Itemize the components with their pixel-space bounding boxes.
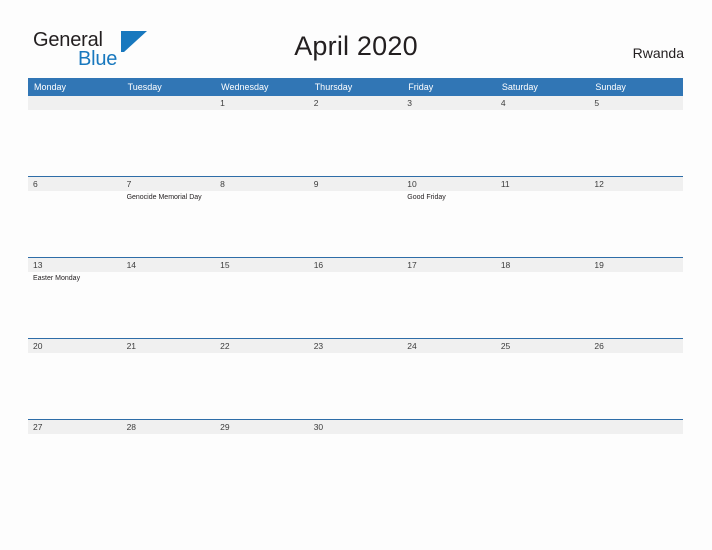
- day-cell[interactable]: 20: [28, 339, 122, 419]
- day-number: 28: [126, 422, 137, 432]
- day-number: [501, 420, 585, 434]
- day-number: 5: [594, 98, 600, 108]
- day-cell[interactable]: 3: [402, 96, 496, 176]
- day-cell[interactable]: 7 Genocide Memorial Day: [122, 177, 216, 257]
- day-number: [127, 96, 211, 110]
- day-number: 8: [220, 179, 225, 189]
- event-list: Easter Monday: [33, 274, 117, 284]
- day-cell[interactable]: 5: [589, 96, 683, 176]
- day-number: 20: [33, 341, 43, 351]
- day-cell[interactable]: 24: [402, 339, 496, 419]
- day-number: [594, 420, 678, 434]
- day-number: 17: [407, 260, 417, 270]
- day-cell[interactable]: 28: [122, 420, 216, 500]
- day-cell[interactable]: [28, 96, 122, 176]
- day-cell[interactable]: 8: [215, 177, 309, 257]
- calendar-page: General Blue April 2020 Rwanda Monday Tu…: [0, 0, 712, 550]
- region-label: Rwanda: [632, 45, 684, 61]
- weekday-header-thursday: Thursday: [314, 82, 353, 92]
- day-cell[interactable]: 10 Good Friday: [402, 177, 496, 257]
- day-cell[interactable]: 16: [309, 258, 403, 338]
- day-cell[interactable]: 30: [309, 420, 403, 500]
- day-cell[interactable]: [122, 96, 216, 176]
- day-number: 10: [407, 179, 417, 189]
- day-number: [33, 96, 117, 110]
- day-number: 13: [33, 260, 43, 270]
- event-label: Genocide Memorial Day: [126, 194, 202, 201]
- day-number: 2: [313, 98, 319, 108]
- day-number: 18: [500, 260, 511, 270]
- weekday-header-friday: Friday: [408, 82, 434, 92]
- week-row: 27 28 29 30: [28, 419, 683, 500]
- day-cell[interactable]: 9: [309, 177, 403, 257]
- event-label: Good Friday: [407, 194, 446, 201]
- day-cell[interactable]: 23: [309, 339, 403, 419]
- day-number: 15: [220, 260, 230, 270]
- day-number: 29: [220, 422, 230, 432]
- day-number: 16: [313, 260, 324, 270]
- day-cell[interactable]: 1: [215, 96, 309, 176]
- event-label: Easter Monday: [33, 275, 81, 282]
- day-cell[interactable]: 17: [402, 258, 496, 338]
- page-header: General Blue April 2020 Rwanda: [0, 0, 712, 76]
- day-cell[interactable]: [496, 420, 590, 500]
- event-list: Good Friday: [407, 193, 491, 203]
- day-cell[interactable]: 22: [215, 339, 309, 419]
- day-cell[interactable]: 2: [309, 96, 403, 176]
- day-cell[interactable]: [402, 420, 496, 500]
- event-list: Genocide Memorial Day: [127, 193, 211, 203]
- day-number: 9: [313, 179, 319, 189]
- calendar-grid: Monday Tuesday Wednesday Thursday Friday…: [28, 78, 683, 500]
- day-number: 19: [594, 260, 604, 270]
- day-cell[interactable]: 4: [496, 96, 590, 176]
- day-number: 27: [33, 422, 43, 432]
- day-number: 4: [500, 98, 506, 108]
- day-number: 21: [126, 341, 137, 351]
- week-row: 6 7 Genocide Memorial Day 8 9 10 Good Fr…: [28, 176, 683, 257]
- day-cell[interactable]: 26: [589, 339, 683, 419]
- day-cell[interactable]: 15: [215, 258, 309, 338]
- day-cell[interactable]: 27: [28, 420, 122, 500]
- weekday-header-sunday: Sunday: [595, 82, 626, 92]
- day-cell[interactable]: 21: [122, 339, 216, 419]
- day-cell[interactable]: 29: [215, 420, 309, 500]
- weekday-header-row: Monday Tuesday Wednesday Thursday Friday…: [28, 78, 683, 96]
- day-number: 3: [407, 98, 412, 108]
- day-cell[interactable]: 19: [589, 258, 683, 338]
- day-number: [407, 420, 491, 434]
- week-row: 1 2 3 4 5: [28, 96, 683, 176]
- day-number: 23: [313, 341, 324, 351]
- day-cell[interactable]: 14: [122, 258, 216, 338]
- day-cell[interactable]: 6: [28, 177, 122, 257]
- day-cell[interactable]: 25: [496, 339, 590, 419]
- day-number: 1: [220, 98, 225, 108]
- day-number: 26: [594, 341, 604, 351]
- day-cell[interactable]: 13 Easter Monday: [28, 258, 122, 338]
- day-cell[interactable]: 11: [496, 177, 590, 257]
- day-number: 11: [500, 179, 510, 189]
- weekday-header-tuesday: Tuesday: [127, 82, 162, 92]
- week-row: 20 21 22 23 24 25 26: [28, 338, 683, 419]
- weekday-header-wednesday: Wednesday: [221, 82, 269, 92]
- day-cell[interactable]: 18: [496, 258, 590, 338]
- week-row: 13 Easter Monday 14 15 16 17 18 19: [28, 257, 683, 338]
- day-number: 24: [407, 341, 417, 351]
- day-number: 30: [313, 422, 324, 432]
- day-number: 7: [126, 179, 132, 189]
- day-cell[interactable]: 12: [589, 177, 683, 257]
- weekday-header-saturday: Saturday: [501, 82, 538, 92]
- weekday-header-monday: Monday: [34, 82, 67, 92]
- day-number: 25: [500, 341, 511, 351]
- day-number: 22: [220, 341, 230, 351]
- day-number: 14: [126, 260, 137, 270]
- day-number: 6: [33, 179, 38, 189]
- day-number: 12: [594, 179, 604, 189]
- page-title: April 2020: [294, 31, 418, 61]
- day-cell[interactable]: [589, 420, 683, 500]
